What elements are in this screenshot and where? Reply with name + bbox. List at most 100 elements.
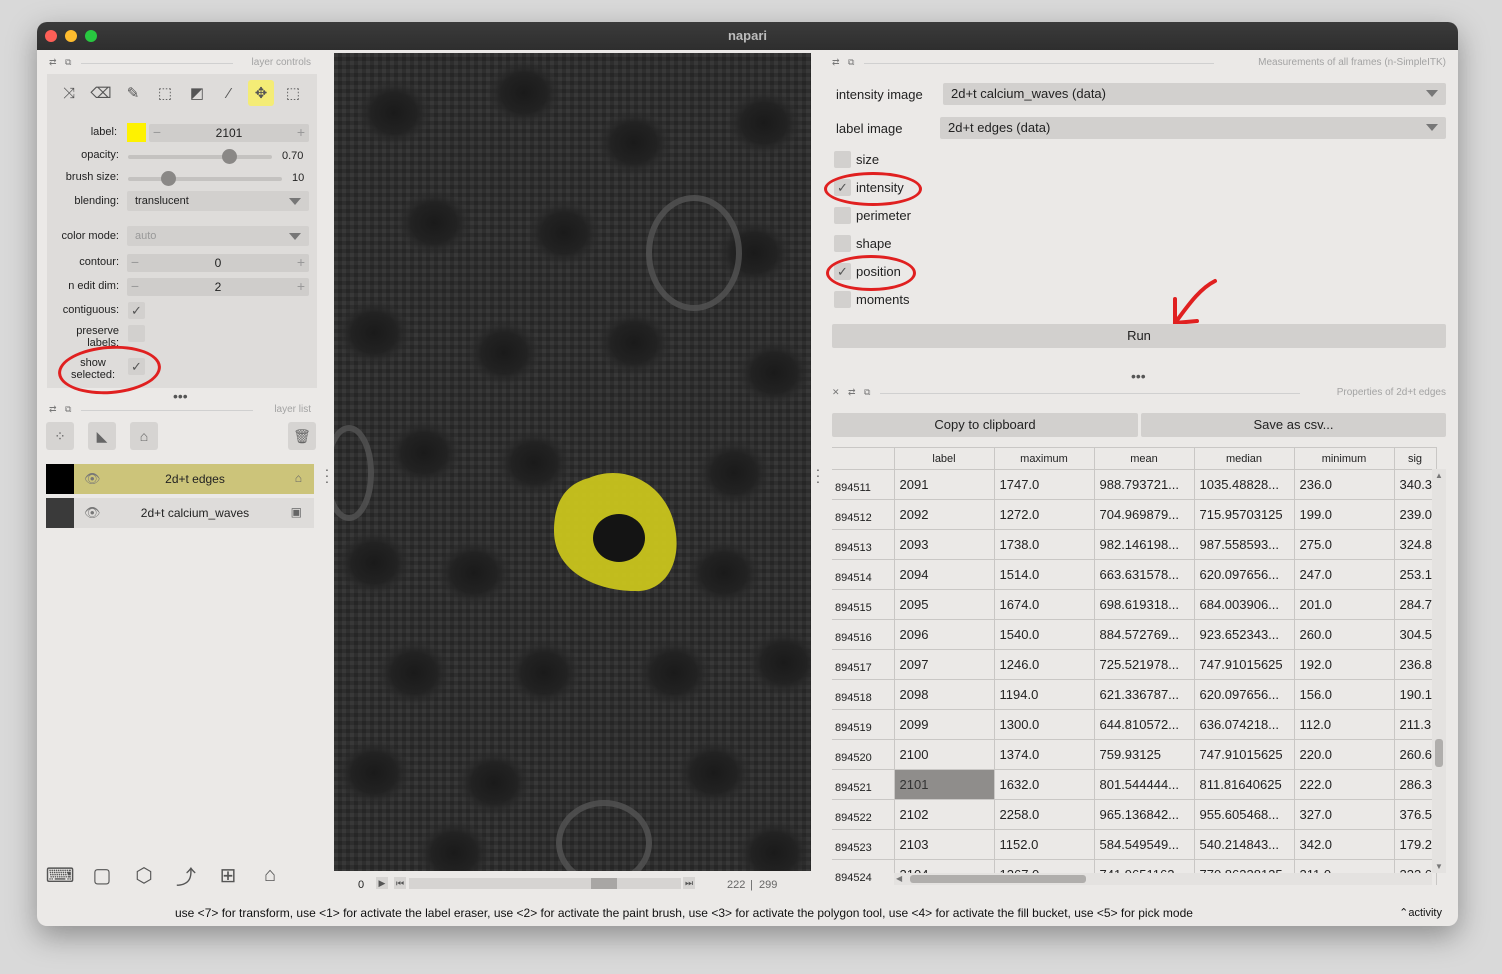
properties-table[interactable]: label maximum mean median minimum sig 894511 2… <box>832 447 1446 885</box>
table-cell[interactable]: 2101 <box>893 769 995 800</box>
table-cell[interactable]: 620.097656... <box>1193 559 1295 590</box>
table-cell[interactable]: 1152.0 <box>993 829 1095 860</box>
table-cell[interactable]: 584.549549... <box>1093 829 1195 860</box>
color-mode-select[interactable]: auto <box>127 226 309 246</box>
undock-icon[interactable]: ⧉ <box>65 57 71 68</box>
undock-icon[interactable]: ⧉ <box>65 404 71 415</box>
table-cell[interactable]: 620.097656... <box>1193 679 1295 710</box>
delete-layer-icon[interactable]: 🗑 <box>288 422 316 450</box>
table-cell[interactable]: 220.0 <box>1293 739 1395 770</box>
table-row[interactable]: 894515 2095 1674.0 698.619318... 684.003906.… <box>832 589 1437 620</box>
table-cell[interactable]: 284.7 <box>1393 589 1437 620</box>
table-cell[interactable]: 236.0 <box>1293 469 1395 500</box>
select-icon[interactable]: ⬚ <box>280 80 306 106</box>
float-dock-icon[interactable]: ⇄ <box>832 57 840 68</box>
table-cell[interactable]: 201.0 <box>1293 589 1395 620</box>
decrement-icon[interactable]: − <box>127 278 143 296</box>
horizontal-scrollbar-handle[interactable] <box>910 875 1086 883</box>
table-cell[interactable]: 247.0 <box>1293 559 1395 590</box>
decrement-icon[interactable]: − <box>149 124 165 142</box>
splitter-handle-icon[interactable]: · · · <box>815 462 821 488</box>
table-cell[interactable]: 2093 <box>893 529 995 560</box>
column-header-sig[interactable]: sig <box>1393 447 1437 470</box>
table-cell[interactable]: 1374.0 <box>993 739 1095 770</box>
opacity-slider[interactable] <box>128 149 272 164</box>
table-cell[interactable]: 704.969879... <box>1093 499 1195 530</box>
splitter-handle-icon[interactable]: ••• <box>1131 368 1146 384</box>
table-row[interactable]: 894516 2096 1540.0 884.572769... 923.652343.… <box>832 619 1437 650</box>
splitter-handle-icon[interactable]: ••• <box>173 388 188 404</box>
table-row[interactable]: 894513 2093 1738.0 982.146198... 987.558593.… <box>832 529 1437 560</box>
table-cell[interactable]: 801.544444... <box>1093 769 1195 800</box>
table-cell[interactable]: 1194.0 <box>993 679 1095 710</box>
scroll-up-icon[interactable]: ▲ <box>1435 471 1443 480</box>
row-header[interactable]: 894515 <box>832 589 895 620</box>
table-cell[interactable]: 2103 <box>893 829 995 860</box>
intensity-image-select[interactable]: 2d+t calcium_waves (data) <box>943 83 1446 105</box>
column-header-median[interactable]: median <box>1193 447 1295 470</box>
option-moments-checkbox[interactable] <box>834 291 851 308</box>
play-icon[interactable]: ▶ <box>376 877 388 889</box>
table-cell[interactable]: 725.521978... <box>1093 649 1195 680</box>
undock-icon[interactable]: ⧉ <box>864 387 870 398</box>
copy-to-clipboard-button[interactable]: Copy to clipboard <box>832 413 1138 437</box>
preserve-labels-checkbox[interactable] <box>128 325 145 342</box>
transpose-icon[interactable]: ⤴ <box>171 860 201 890</box>
table-cell[interactable]: 2102 <box>893 799 995 830</box>
column-header-maximum[interactable]: maximum <box>993 447 1095 470</box>
new-labels-layer-icon[interactable]: ⌂ <box>130 422 158 450</box>
table-cell[interactable]: 275.0 <box>1293 529 1395 560</box>
roll-dims-icon[interactable]: ⬡ <box>129 860 159 890</box>
column-header-minimum[interactable]: minimum <box>1293 447 1395 470</box>
row-header[interactable]: 894520 <box>832 739 895 770</box>
shuffle-icon[interactable]: ⤨ <box>56 80 82 106</box>
row-header[interactable]: 894514 <box>832 559 895 590</box>
table-cell[interactable]: 987.558593... <box>1193 529 1295 560</box>
float-dock-icon[interactable]: ⇄ <box>848 387 856 398</box>
undock-icon[interactable]: ⧉ <box>848 57 854 68</box>
column-header-label[interactable]: label <box>893 447 995 470</box>
table-cell[interactable]: 1300.0 <box>993 709 1095 740</box>
table-row[interactable]: 894522 2102 2258.0 965.136842... 955.605468.… <box>832 799 1437 830</box>
label-image-select[interactable]: 2d+t edges (data) <box>940 117 1446 139</box>
table-cell[interactable]: 1272.0 <box>993 499 1095 530</box>
table-row[interactable]: 894514 2094 1514.0 663.631578... 620.097656.… <box>832 559 1437 590</box>
time-slider[interactable] <box>409 878 681 889</box>
table-cell[interactable]: 636.074218... <box>1193 709 1295 740</box>
row-header[interactable]: 894517 <box>832 649 895 680</box>
grid-view-icon[interactable]: ⊞ <box>213 860 243 890</box>
table-cell[interactable]: 340.3 <box>1393 469 1437 500</box>
fill-bucket-icon[interactable]: ◩ <box>184 80 210 106</box>
table-cell[interactable]: 199.0 <box>1293 499 1395 530</box>
table-row[interactable]: 894521 2101 1632.0 801.544444... 811.8164062… <box>832 769 1437 800</box>
row-header[interactable]: 894519 <box>832 709 895 740</box>
table-cell[interactable]: 253.1 <box>1393 559 1437 590</box>
table-cell[interactable]: 644.810572... <box>1093 709 1195 740</box>
table-cell[interactable]: 663.631578... <box>1093 559 1195 590</box>
minimize-window-button[interactable] <box>65 30 77 42</box>
increment-icon[interactable]: + <box>293 278 309 296</box>
picker-icon[interactable]: ⁄ <box>216 80 242 106</box>
row-header[interactable]: 894511 <box>832 469 895 500</box>
table-cell[interactable]: 1035.48828... <box>1193 469 1295 500</box>
horizontal-scrollbar[interactable]: ◀ <box>894 873 1432 885</box>
eye-icon[interactable]: 👁 <box>84 471 101 487</box>
new-points-layer-icon[interactable]: ⁘ <box>46 422 74 450</box>
increment-icon[interactable]: + <box>293 124 309 142</box>
table-cell[interactable]: 260.6 <box>1393 739 1437 770</box>
table-cell[interactable]: 715.95703125 <box>1193 499 1295 530</box>
save-csv-button[interactable]: Save as csv... <box>1141 413 1446 437</box>
eye-icon[interactable]: 👁 <box>84 505 101 521</box>
table-row[interactable]: 894519 2099 1300.0 644.810572... 636.074218.… <box>832 709 1437 740</box>
table-cell[interactable]: 236.8 <box>1393 649 1437 680</box>
table-cell[interactable]: 923.652343... <box>1193 619 1295 650</box>
table-cell[interactable]: 540.214843... <box>1193 829 1295 860</box>
table-cell[interactable]: 747.91015625 <box>1193 649 1295 680</box>
label-spinbox[interactable]: − 2101 + <box>149 124 309 142</box>
table-cell[interactable]: 955.605468... <box>1193 799 1295 830</box>
increment-icon[interactable]: + <box>293 254 309 272</box>
scroll-down-icon[interactable]: ▼ <box>1435 862 1443 871</box>
table-row[interactable]: 894511 2091 1747.0 988.793721... 1035.48828.… <box>832 469 1437 500</box>
table-row[interactable]: 894517 2097 1246.0 725.521978... 747.9101562… <box>832 649 1437 680</box>
blending-select[interactable]: translucent <box>127 191 309 211</box>
